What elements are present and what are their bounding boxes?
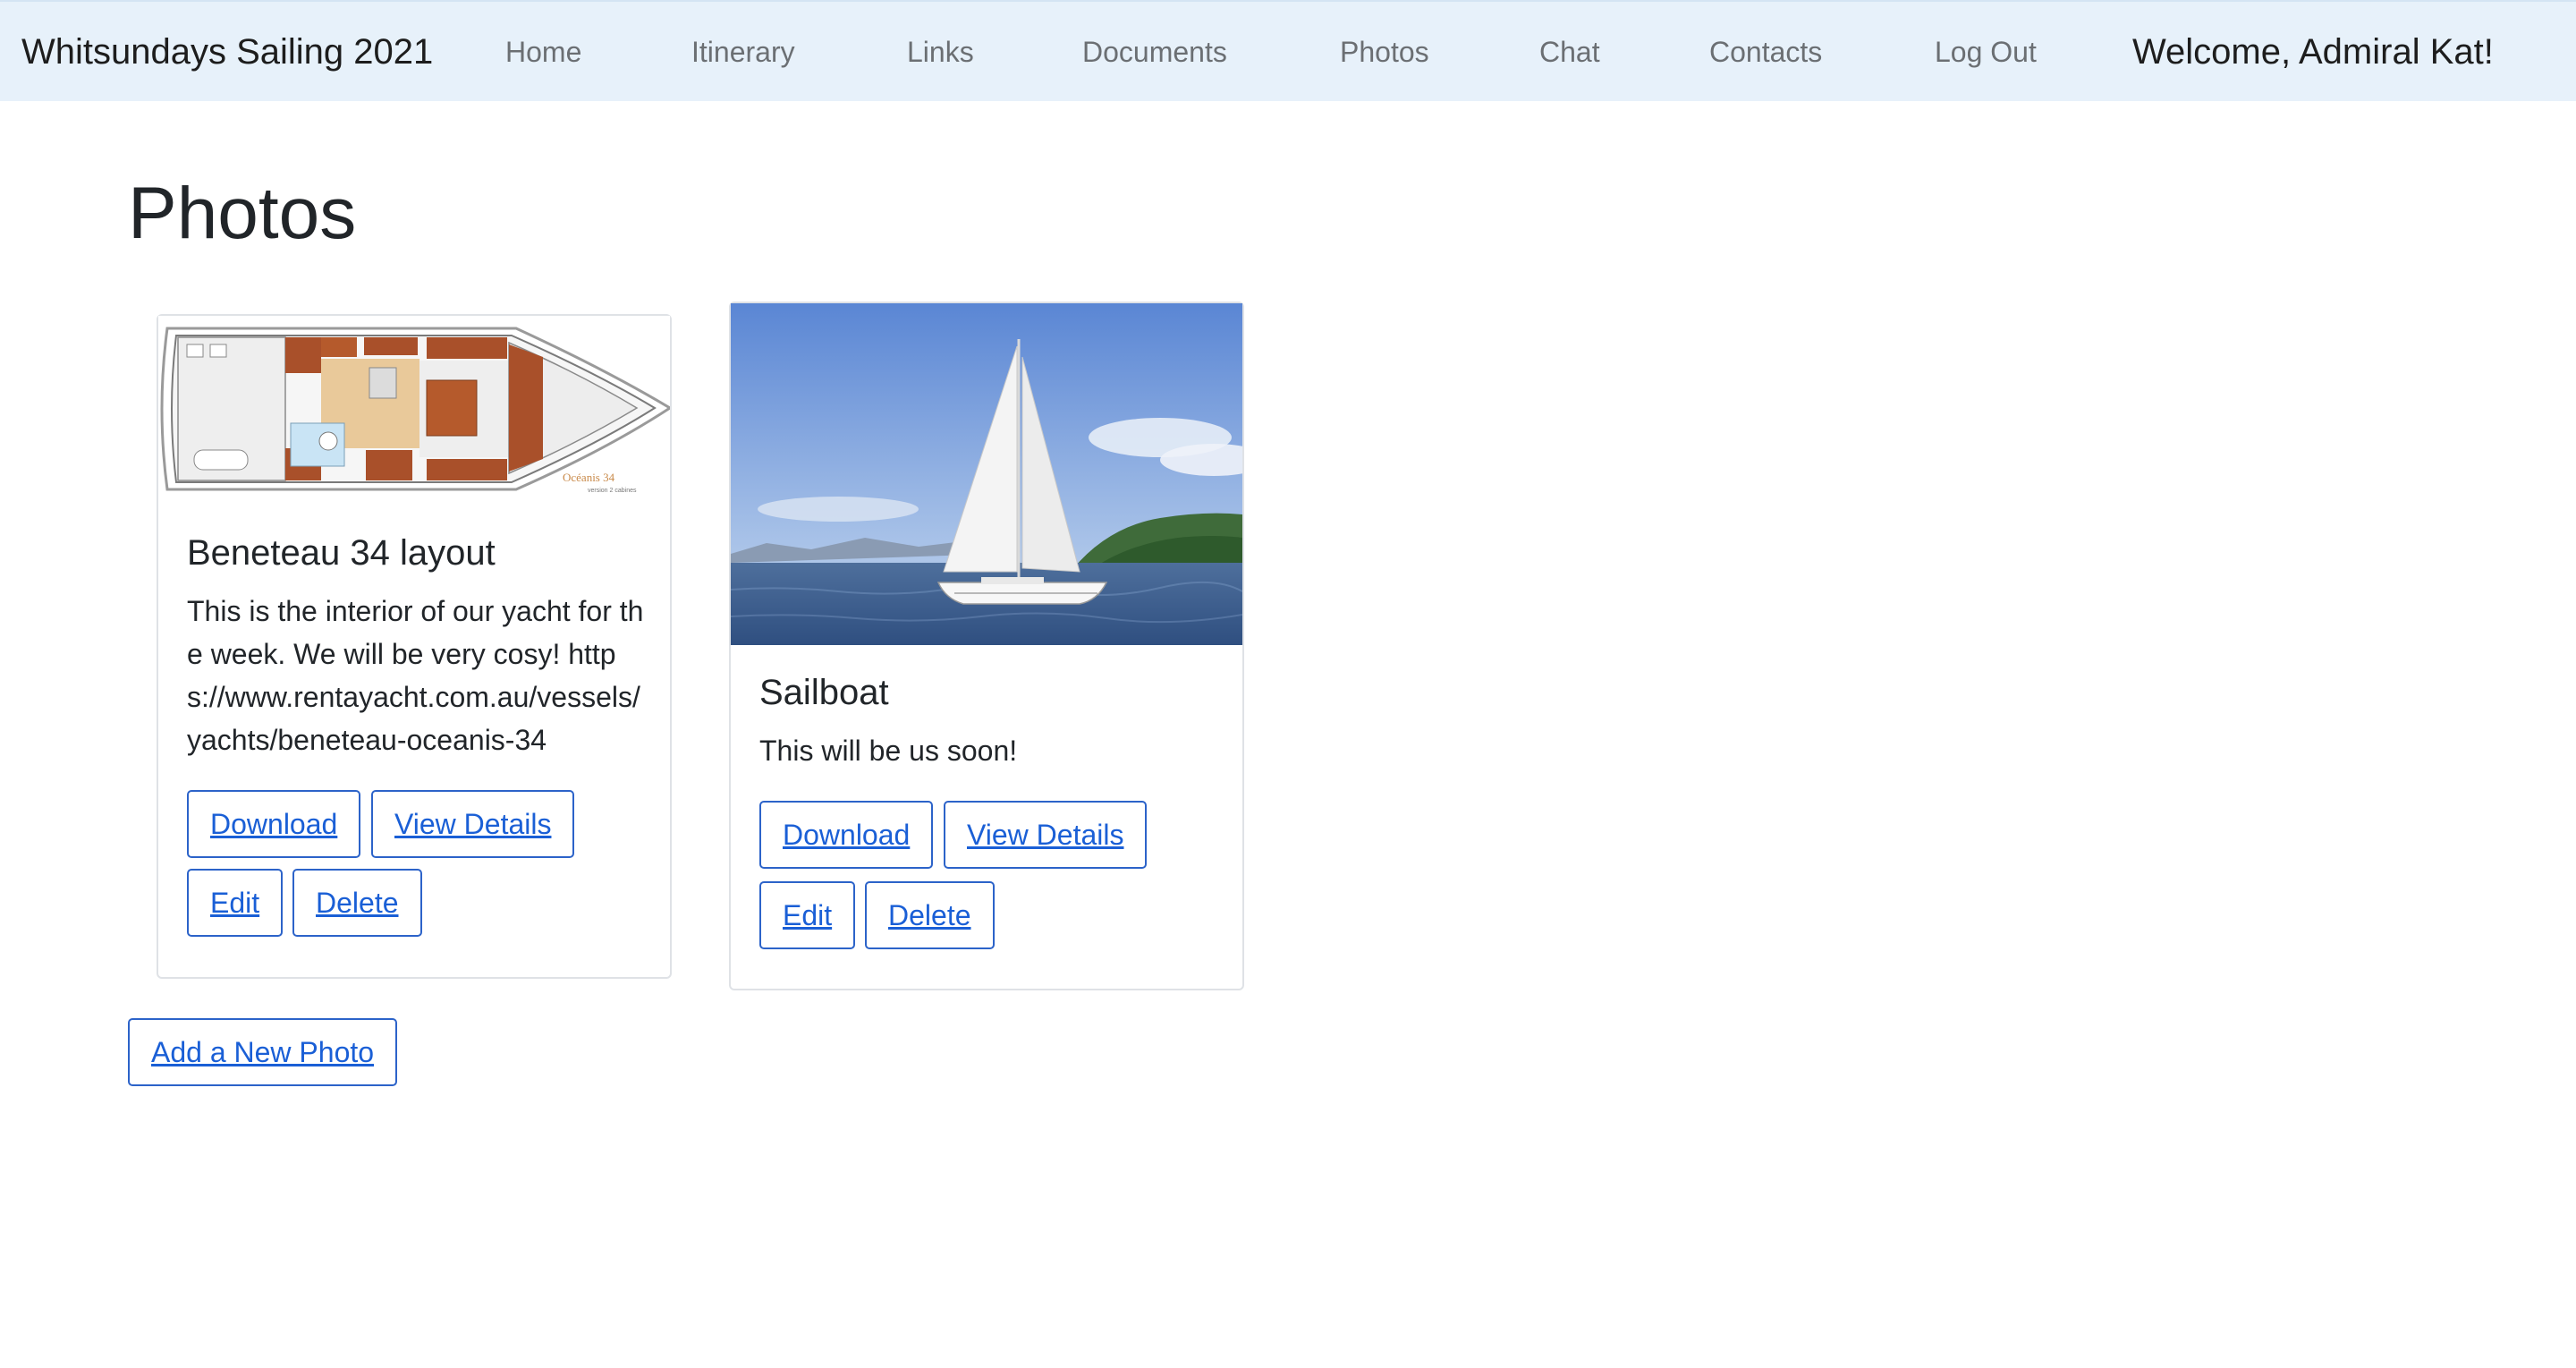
delete-button[interactable]: Delete — [865, 881, 995, 949]
welcome-message: Welcome, Admiral Kat! — [2132, 32, 2494, 72]
site-brand[interactable]: Whitsundays Sailing 2021 — [21, 2, 433, 103]
photo-card: Sailboat This will be us soon! Download … — [729, 302, 1244, 990]
view-details-button[interactable]: View Details — [944, 801, 1148, 869]
card-description: This is the interior of our yacht for th… — [187, 595, 644, 756]
nav-link-logout[interactable]: Log Out — [1935, 2, 2037, 103]
photo-card: Océanis 34 version 2 cabines Beneteau 34… — [157, 314, 672, 979]
download-button[interactable]: Download — [759, 801, 934, 869]
svg-text:version 2 cabines: version 2 cabines — [588, 488, 637, 494]
nav-link-itinerary[interactable]: Itinerary — [691, 2, 795, 103]
yacht-layout-image: Océanis 34 version 2 cabines — [158, 316, 670, 504]
page-title: Photos — [128, 173, 357, 254]
card-title: Sailboat — [759, 673, 889, 712]
add-new-photo-button[interactable]: Add a New Photo — [128, 1018, 398, 1086]
nav-link-home[interactable]: Home — [505, 2, 581, 103]
edit-button[interactable]: Edit — [759, 881, 856, 949]
nav-link-photos[interactable]: Photos — [1340, 2, 1429, 103]
top-navbar: Whitsundays Sailing 2021 Home Itinerary … — [0, 0, 2576, 101]
card-title: Beneteau 34 layout — [187, 533, 496, 573]
nav-link-documents[interactable]: Documents — [1082, 2, 1227, 103]
nav-link-contacts[interactable]: Contacts — [1709, 2, 1822, 103]
download-button[interactable]: Download — [187, 790, 361, 858]
sailboat-image — [731, 303, 1242, 645]
view-details-button[interactable]: View Details — [371, 790, 575, 858]
nav-link-chat[interactable]: Chat — [1539, 2, 1600, 103]
svg-text:Océanis 34: Océanis 34 — [563, 471, 615, 484]
edit-button[interactable]: Edit — [187, 869, 284, 937]
delete-button[interactable]: Delete — [292, 869, 422, 937]
nav-link-links[interactable]: Links — [907, 2, 974, 103]
card-description: This will be us soon! — [759, 735, 1018, 767]
